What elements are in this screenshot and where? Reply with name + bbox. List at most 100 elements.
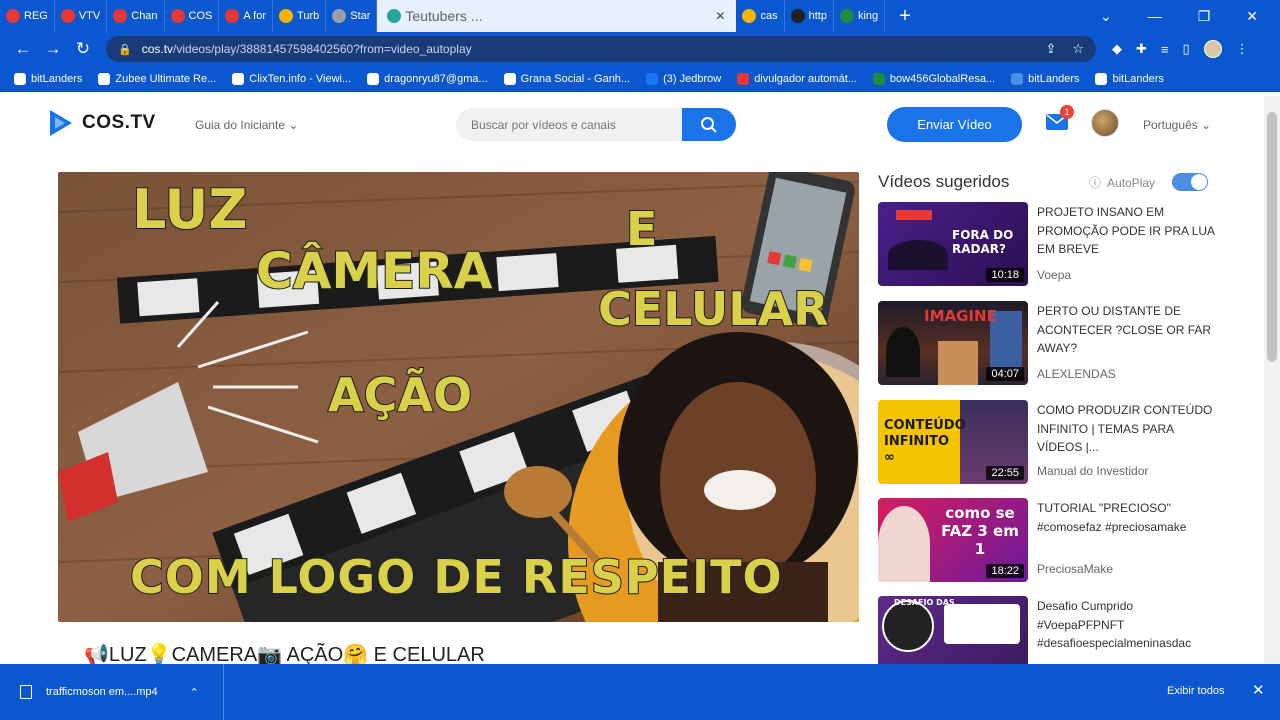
suggested-video[interactable]: IMAGINE 04:07 PERTO OU DISTANTE DE ACONT… <box>878 301 1228 387</box>
url-host: cos.tv <box>141 42 174 56</box>
youtube-icon <box>113 9 128 23</box>
media-icon[interactable]: ≡ <box>1161 42 1169 57</box>
minimize-icon[interactable]: — <box>1148 8 1162 25</box>
bookmark-item[interactable]: Grana Social - Ganh... <box>503 72 630 85</box>
browser-tab[interactable]: http <box>785 0 834 32</box>
menu-icon[interactable]: ⋮ <box>1236 41 1249 57</box>
scrollbar-thumb[interactable] <box>1267 112 1277 362</box>
browser-tab[interactable]: A for <box>219 0 274 32</box>
coin-icon <box>742 9 757 23</box>
video-duration: 10:18 <box>986 268 1024 282</box>
bookmark-item[interactable]: bitLanders <box>1011 72 1079 85</box>
thumb-text: como se FAZ 3 em 1 <box>941 504 1019 558</box>
thumb-text: IMAGINE <box>924 307 997 325</box>
browser-tab[interactable]: Chan <box>107 0 165 32</box>
video-duration: 18:22 <box>986 564 1024 578</box>
browser-tab[interactable]: COS <box>165 0 220 32</box>
upload-video-button[interactable]: Enviar Vídeo <box>887 107 1022 142</box>
show-all-downloads-link[interactable]: Exibir todos <box>1167 685 1224 697</box>
bookmark-star-icon[interactable]: ☆ <box>1072 41 1084 57</box>
bookmark-item[interactable]: (3) Jedbrow <box>646 72 721 85</box>
suggested-thumbnail[interactable]: IMAGINE 04:07 <box>878 301 1028 385</box>
browser-tab[interactable]: VTV <box>55 0 108 32</box>
lock-icon[interactable]: 🔒 <box>118 43 132 56</box>
close-tab-icon[interactable]: ✕ <box>715 9 725 23</box>
suggested-thumbnail[interactable]: CONTEÚDO INFINITO ∞ 22:55 <box>878 400 1028 484</box>
thumb-text-acao: AÇÃO <box>327 367 473 423</box>
thumb-text-luz: LUZ <box>131 177 248 242</box>
beginner-guide-menu[interactable]: Guia do Iniciante ⌄ <box>195 118 298 132</box>
browser-tab[interactable]: cas <box>736 0 785 32</box>
address-bar[interactable]: 🔒 cos.tv /videos/play/38881457598402560?… <box>106 36 1096 62</box>
browser-tab-active[interactable]: Teutubers ... ✕ <box>377 0 737 32</box>
plant-icon <box>872 72 885 85</box>
suggested-video-title[interactable]: PROJETO INSANO EM PROMOÇÃO PODE IR PRA L… <box>1037 203 1217 259</box>
star-icon <box>332 9 347 23</box>
close-icon[interactable]: ✕ <box>1252 681 1265 699</box>
new-tab-icon[interactable]: + <box>899 5 911 28</box>
bookmark-item[interactable]: divulgador automát... <box>737 72 857 85</box>
search-bar <box>456 108 736 141</box>
suggested-video-title[interactable]: TUTORIAL "PRECIOSO" #comosefaz #preciosa… <box>1037 499 1217 536</box>
suggested-thumbnail[interactable]: FORA DO RADAR? 10:18 <box>878 202 1028 286</box>
tab-favicon-icon <box>387 9 402 23</box>
file-icon <box>20 685 32 699</box>
download-item[interactable]: trafficmoson em....mp4 ⌃ <box>0 664 224 720</box>
bookmark-item[interactable]: bow456GlobalResa... <box>872 72 995 85</box>
chevron-up-icon[interactable]: ⌃ <box>190 686 199 699</box>
profile-avatar[interactable] <box>1203 40 1222 58</box>
bookmark-item[interactable]: Zubee Ultimate Re... <box>98 72 216 85</box>
page-scrollbar[interactable] <box>1264 96 1280 664</box>
search-button[interactable] <box>682 108 736 141</box>
thumb-text: CONTEÚDO INFINITO ∞ <box>884 418 966 465</box>
thumb-text-camera: CÂMERA <box>255 241 493 301</box>
channel-name[interactable]: PreciosaMake <box>1037 562 1113 576</box>
bookmark-item[interactable]: dragonryu87@gma... <box>367 72 488 85</box>
channel-name[interactable]: ALEXLENDAS <box>1037 367 1116 381</box>
browser-tab[interactable]: king <box>834 0 886 32</box>
channel-name[interactable]: Manual do Investidor <box>1037 464 1148 478</box>
puzzle-icon[interactable]: ✚ <box>1136 41 1147 57</box>
site-logo[interactable]: COS.TV <box>48 108 156 138</box>
bookmark-item[interactable]: bitLanders <box>1095 72 1164 85</box>
reload-icon[interactable]: ↻ <box>68 39 98 59</box>
restore-icon[interactable]: ❐ <box>1198 8 1211 25</box>
bookmark-item[interactable]: bitLanders <box>14 72 82 85</box>
messages-button[interactable]: 1 <box>1046 105 1074 135</box>
suggested-video[interactable]: FORA DO RADAR? 10:18 PROJETO INSANO EM P… <box>878 202 1228 288</box>
youtube-icon <box>6 9 20 23</box>
share-icon[interactable]: ⇪ <box>1045 41 1056 57</box>
language-selector[interactable]: Português ⌄ <box>1143 118 1211 132</box>
autoplay-toggle[interactable] <box>1172 173 1208 191</box>
user-avatar[interactable] <box>1091 109 1119 137</box>
browser-tab[interactable]: Star <box>326 0 378 32</box>
bookmark-item[interactable]: ClixTen.info - Viewi... <box>232 72 351 85</box>
globe-icon <box>232 72 245 85</box>
extension-icon[interactable]: ◆ <box>1112 41 1122 57</box>
browser-tab[interactable]: REG <box>0 0 55 32</box>
close-icon[interactable]: ✕ <box>1246 8 1258 25</box>
thumb-text: DESAFIO DAS <box>894 598 955 607</box>
browser-tab[interactable]: Turb <box>273 0 327 32</box>
google-icon <box>367 72 380 85</box>
folder-icon <box>503 72 516 85</box>
side-panel-icon[interactable]: ▯ <box>1183 41 1190 57</box>
tab-favicon-icon <box>790 9 805 23</box>
suggested-video-title[interactable]: PERTO OU DISTANTE DE ACONTECER ?CLOSE OR… <box>1037 302 1217 358</box>
youtube-icon <box>737 72 750 85</box>
autoplay-label: ⓘ AutoPlay <box>1089 175 1156 191</box>
search-input[interactable] <box>456 108 682 141</box>
browser-tab-bar: REG VTV Chan COS A for Turb Star Teutube… <box>0 0 1280 32</box>
back-icon[interactable]: ← <box>8 39 38 59</box>
video-player[interactable]: LUZ CÂMERA E CELULAR AÇÃO COM LOGO DE RE… <box>58 172 859 622</box>
suggested-video-title[interactable]: COMO PRODUZIR CONTEÚDO INFINITO | TEMAS … <box>1037 401 1217 457</box>
suggested-video[interactable]: CONTEÚDO INFINITO ∞ 22:55 COMO PRODUZIR … <box>878 400 1228 486</box>
channel-name[interactable]: Voepa <box>1037 268 1071 282</box>
thumb-text-e: E <box>625 201 658 257</box>
window-controls: ⌄ — ❐ ✕ <box>1100 8 1280 25</box>
suggested-video-title[interactable]: Desafio Cumprido #VoepaPFPNFT #desafioes… <box>1037 597 1217 653</box>
suggested-thumbnail[interactable]: como se FAZ 3 em 1 18:22 <box>878 498 1028 582</box>
suggested-video[interactable]: como se FAZ 3 em 1 18:22 TUTORIAL "PRECI… <box>878 498 1228 584</box>
forward-icon[interactable]: → <box>38 39 68 59</box>
chevron-down-icon[interactable]: ⌄ <box>1100 8 1112 25</box>
